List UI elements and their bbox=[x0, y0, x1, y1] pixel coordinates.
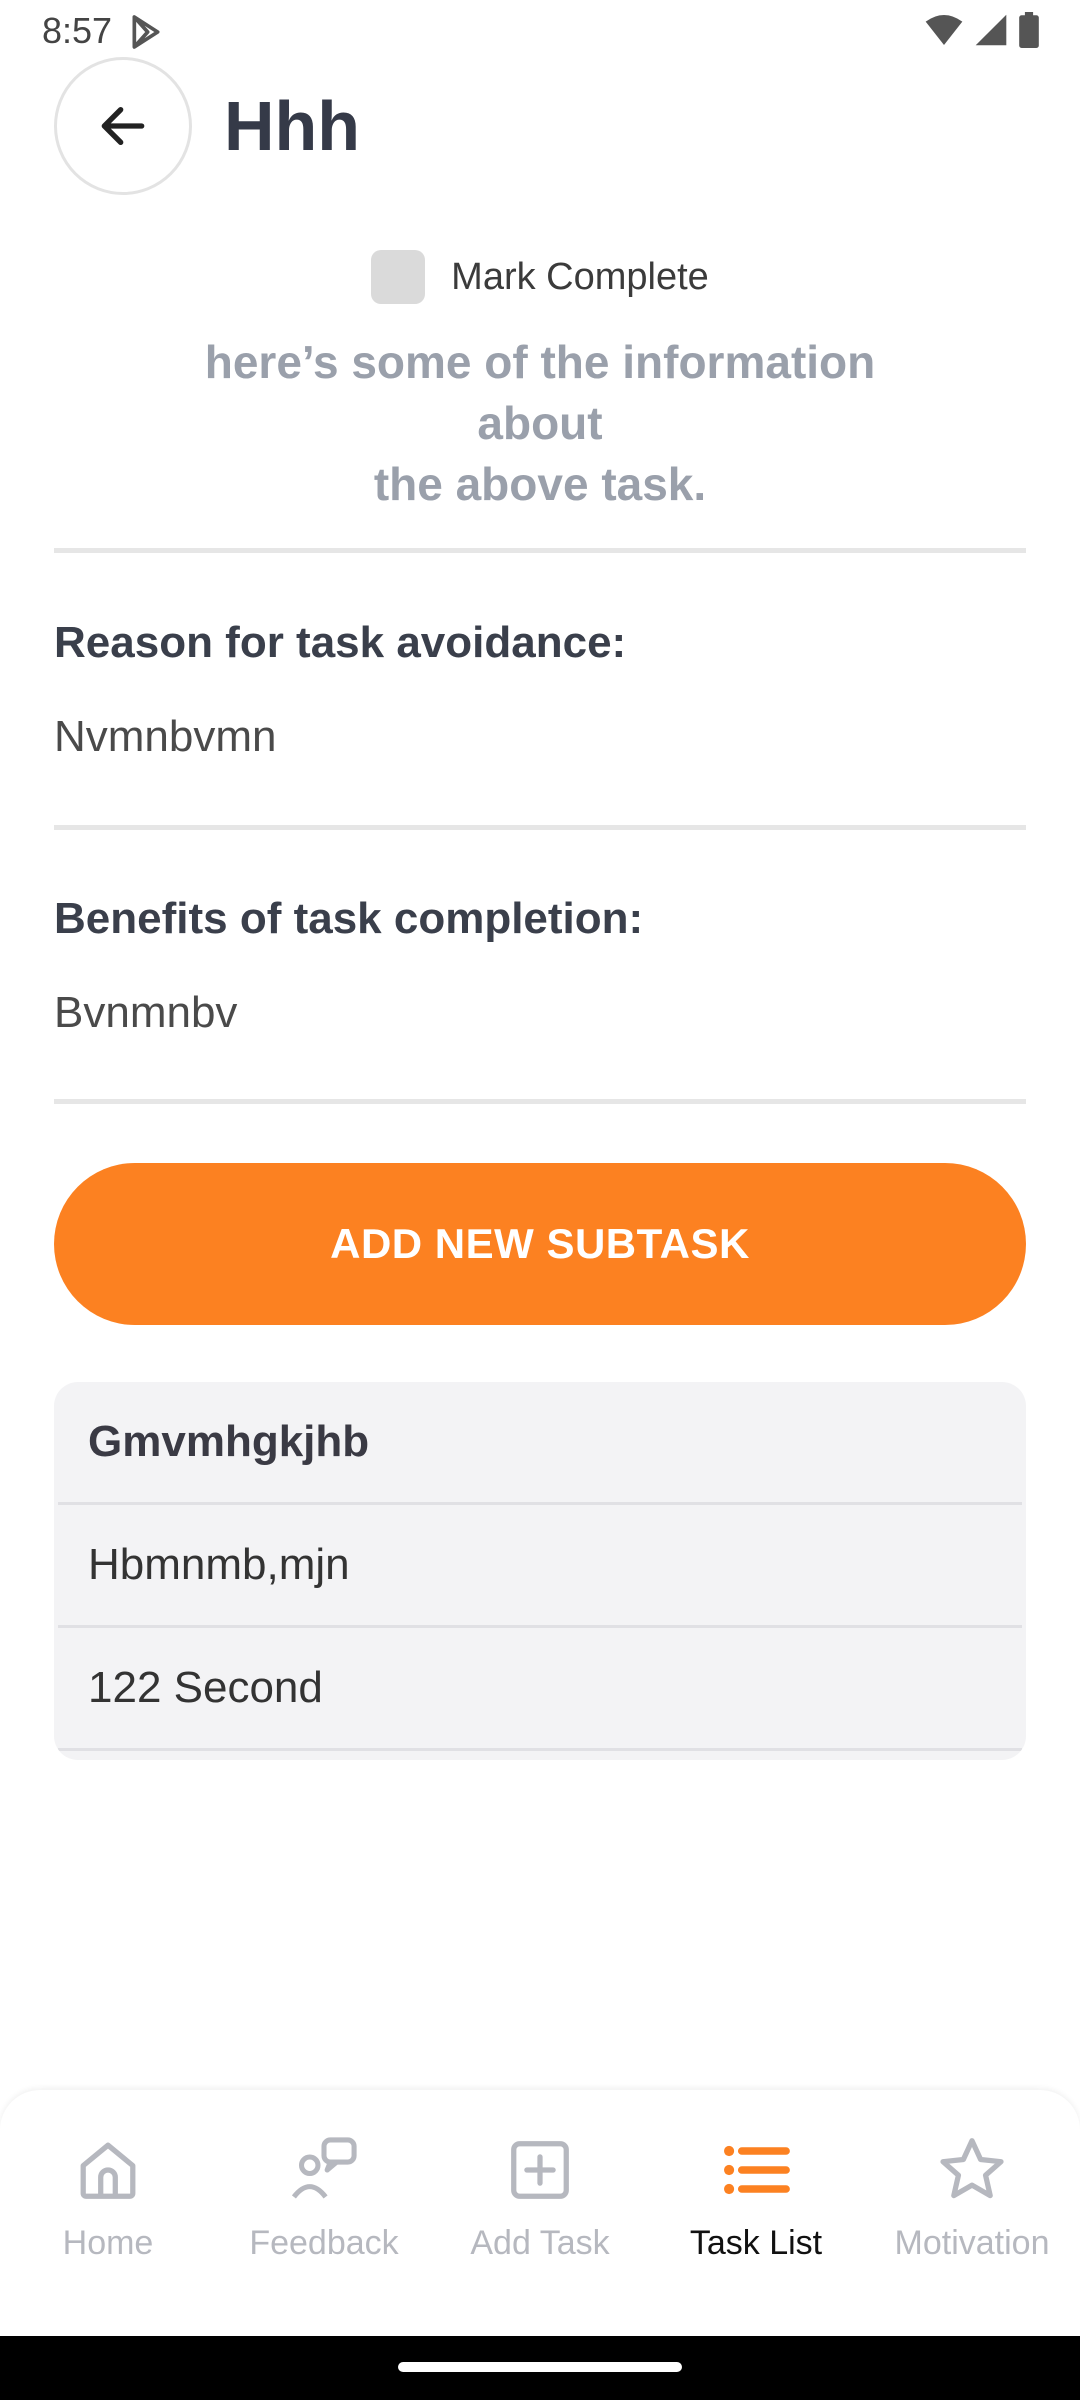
task-info-text: here’s some of the information about the… bbox=[204, 336, 876, 510]
signal-icon bbox=[975, 14, 1007, 46]
battery-icon bbox=[1019, 12, 1039, 48]
benefits-value: Bvnmnbv bbox=[54, 988, 238, 1037]
wifi-icon bbox=[925, 15, 963, 45]
mark-complete-label: Mark Complete bbox=[451, 255, 709, 298]
nav-home-label: Home bbox=[62, 2224, 154, 2262]
status-icons bbox=[924, 12, 1040, 48]
nav-feedback[interactable]: Feedback bbox=[216, 2090, 432, 2336]
divider bbox=[54, 548, 1026, 553]
back-button[interactable] bbox=[54, 57, 192, 195]
subtask-title: Gmvmhgkjhb bbox=[58, 1382, 1022, 1505]
nav-motivation-label: Motivation bbox=[894, 2224, 1050, 2262]
avoidance-value: Nvmnbvmn bbox=[54, 712, 277, 761]
nav-feedback-label: Feedback bbox=[249, 2224, 399, 2262]
benefits-label: Benefits of task completion: bbox=[54, 894, 644, 943]
add-task-icon bbox=[502, 2132, 578, 2208]
add-new-subtask-button[interactable]: ADD NEW SUBTASK bbox=[54, 1163, 1026, 1325]
bottom-nav: Home Feedback Add Task Task List Motivat… bbox=[0, 2090, 1080, 2336]
mark-complete-checkbox[interactable] bbox=[371, 250, 426, 304]
divider bbox=[54, 825, 1026, 830]
nav-task-list-label: Task List bbox=[689, 2224, 823, 2262]
mark-complete-row: Mark Complete bbox=[0, 250, 1080, 304]
nav-motivation[interactable]: Motivation bbox=[864, 2090, 1080, 2336]
page-title: Hhh bbox=[224, 87, 361, 165]
home-icon bbox=[70, 2132, 146, 2208]
feedback-icon bbox=[286, 2132, 362, 2208]
nav-home[interactable]: Home bbox=[0, 2090, 216, 2336]
home-gesture-pill[interactable] bbox=[398, 2362, 682, 2372]
avoidance-label: Reason for task avoidance: bbox=[54, 618, 627, 667]
nav-add-task[interactable]: Add Task bbox=[432, 2090, 648, 2336]
arrow-left-icon bbox=[101, 106, 145, 146]
subtask-description: Hbmnmb,mjn bbox=[58, 1505, 1022, 1628]
play-store-icon bbox=[132, 15, 160, 49]
task-list-icon bbox=[718, 2132, 794, 2208]
divider bbox=[54, 1099, 1026, 1104]
nav-task-list[interactable]: Task List bbox=[648, 2090, 864, 2336]
status-bar: 8:57 bbox=[0, 0, 1080, 62]
header: Hhh bbox=[54, 56, 360, 196]
gesture-bar bbox=[0, 2336, 1080, 2400]
status-time: 8:57 bbox=[42, 10, 113, 51]
nav-add-task-label: Add Task bbox=[470, 2224, 610, 2262]
subtask-card[interactable]: Gmvmhgkjhb Hbmnmb,mjn 122 Second bbox=[54, 1382, 1026, 1760]
star-icon bbox=[934, 2132, 1010, 2208]
subtask-duration: 122 Second bbox=[58, 1628, 1022, 1751]
